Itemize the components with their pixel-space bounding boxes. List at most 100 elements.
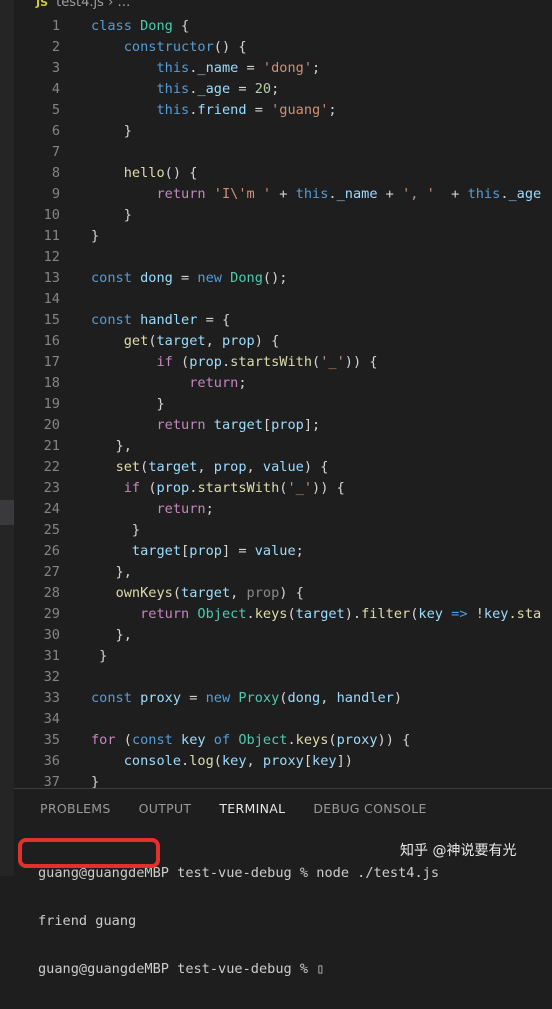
code-line[interactable]: 9 return 'I\'m ' + this._name + ', ' + t… bbox=[14, 184, 552, 205]
activity-bar-active-item[interactable] bbox=[0, 500, 14, 525]
code-token: value bbox=[262, 459, 304, 475]
code-token: 'guang' bbox=[271, 102, 329, 118]
code-token: this bbox=[156, 81, 190, 97]
tab-debug-console[interactable]: DEBUG CONSOLE bbox=[313, 801, 426, 816]
code-token: ( bbox=[181, 354, 190, 370]
code-line[interactable]: 11} bbox=[14, 226, 552, 247]
code-line[interactable]: 37} bbox=[14, 772, 552, 788]
code-token: } bbox=[91, 207, 132, 223]
code-line[interactable]: 4 this._age = 20; bbox=[14, 79, 552, 100]
code-line[interactable]: 20 return target[prop]; bbox=[14, 415, 552, 436]
code-line[interactable]: 19 } bbox=[14, 394, 552, 415]
line-number: 8 bbox=[51, 165, 60, 181]
code-token: prop bbox=[221, 333, 255, 349]
code-line[interactable]: 10 } bbox=[14, 205, 552, 226]
line-number: 23 bbox=[43, 480, 60, 496]
code-token: ( bbox=[312, 354, 321, 370]
code-line[interactable]: 25 } bbox=[14, 520, 552, 541]
code-line[interactable]: 26 target[prop] = value; bbox=[14, 541, 552, 562]
code-token: } bbox=[91, 228, 100, 244]
code-line[interactable]: 15 const handler = { bbox=[14, 310, 552, 331]
line-number: 25 bbox=[43, 522, 60, 538]
terminal-line: friend guang bbox=[38, 913, 137, 929]
line-number: 21 bbox=[43, 438, 60, 454]
line-number: 3 bbox=[51, 60, 60, 76]
code-token: ) { bbox=[303, 459, 329, 475]
code-token: prop bbox=[271, 417, 304, 433]
code-line[interactable]: 23 if (prop.startsWith('_')) { bbox=[14, 478, 552, 499]
code-text: const handler = { bbox=[91, 310, 230, 331]
code-line[interactable]: 12 bbox=[14, 247, 552, 268]
code-line[interactable]: 2 constructor() { bbox=[14, 37, 552, 58]
code-editor[interactable]: 1 class Dong {2 constructor() {3 this._na… bbox=[14, 16, 552, 788]
code-line[interactable]: 30 }, bbox=[14, 625, 552, 646]
code-line[interactable]: 27 }, bbox=[14, 562, 552, 583]
code-token: dong bbox=[140, 270, 173, 286]
line-number: 22 bbox=[43, 459, 60, 475]
code-text: console.log(key, proxy[key]) bbox=[91, 751, 353, 772]
code-text: const dong = new Dong(); bbox=[91, 268, 287, 289]
code-token: . bbox=[328, 186, 337, 202]
code-line[interactable]: 5 this.friend = 'guang'; bbox=[14, 100, 552, 121]
code-line[interactable]: 7 bbox=[14, 142, 552, 163]
code-line[interactable]: 16 get(target, prop) { bbox=[14, 331, 552, 352]
code-token: prop bbox=[156, 480, 190, 496]
code-token: .sta bbox=[508, 606, 542, 622]
code-token: return bbox=[189, 375, 239, 391]
line-number: 4 bbox=[51, 81, 60, 97]
code-token: handler bbox=[140, 312, 198, 328]
code-text: hello() { bbox=[91, 163, 198, 184]
code-line[interactable]: 21 }, bbox=[14, 436, 552, 457]
code-token: startsWith bbox=[230, 354, 313, 370]
code-text: return Object.keys(target).filter(key =>… bbox=[91, 604, 541, 625]
code-text: target[prop] = value; bbox=[91, 541, 304, 562]
code-line[interactable]: 28 ownKeys(target, prop) { bbox=[14, 583, 552, 604]
code-token: return bbox=[156, 186, 214, 202]
code-line[interactable]: 6 } bbox=[14, 121, 552, 142]
code-line[interactable]: 14 bbox=[14, 289, 552, 310]
code-line[interactable]: 34 bbox=[14, 709, 552, 730]
breadcrumb-separator: › bbox=[108, 0, 114, 10]
code-line[interactable]: 1 class Dong { bbox=[14, 16, 552, 37]
code-token: ', ' bbox=[402, 186, 435, 202]
code-text: this._age = 20; bbox=[91, 79, 279, 100]
code-token: '_' bbox=[287, 480, 313, 496]
code-token: target bbox=[181, 585, 231, 601]
code-line[interactable]: 13 const dong = new Dong(); bbox=[14, 268, 552, 289]
code-line[interactable]: 36 console.log(key, proxy[key]) bbox=[14, 751, 552, 772]
code-text: if (prop.startsWith('_')) { bbox=[91, 352, 377, 373]
tab-terminal[interactable]: TERMINAL bbox=[219, 801, 285, 816]
code-text: ownKeys(target, prop) { bbox=[91, 583, 304, 604]
code-token: new bbox=[205, 690, 239, 706]
line-number: 36 bbox=[43, 753, 60, 769]
code-line[interactable]: 22 set(target, prop, value) { bbox=[14, 457, 552, 478]
code-token: 'dong' bbox=[262, 60, 313, 76]
code-token: + bbox=[377, 186, 403, 202]
code-line[interactable]: 17 if (prop.startsWith('_')) { bbox=[14, 352, 552, 373]
code-line[interactable]: 18 return; bbox=[14, 373, 552, 394]
code-token: { bbox=[172, 18, 190, 34]
code-line[interactable]: 33 const proxy = new Proxy(dong, handler) bbox=[14, 688, 552, 709]
code-line[interactable]: 32 bbox=[14, 667, 552, 688]
code-line[interactable]: 29 return Object.keys(target).filter(key… bbox=[14, 604, 552, 625]
tab-problems[interactable]: PROBLEMS bbox=[40, 801, 111, 816]
code-line[interactable]: 3 this._name = 'dong'; bbox=[14, 58, 552, 79]
breadcrumb-more[interactable]: … bbox=[117, 0, 130, 10]
code-token: = bbox=[238, 60, 263, 76]
code-token: ; bbox=[238, 375, 247, 391]
code-line[interactable]: 31 } bbox=[14, 646, 552, 667]
code-token: = bbox=[230, 81, 255, 97]
code-line[interactable]: 35 for (const key of Object.keys(proxy)) … bbox=[14, 730, 552, 751]
breadcrumb-file[interactable]: test4.js bbox=[56, 0, 104, 10]
tab-output[interactable]: OUTPUT bbox=[139, 801, 192, 816]
panel-tabs: PROBLEMS OUTPUT TERMINAL DEBUG CONSOLE bbox=[40, 801, 427, 816]
code-text: } bbox=[91, 772, 99, 788]
code-line[interactable]: 8 hello() { bbox=[14, 163, 552, 184]
line-number: 18 bbox=[43, 375, 60, 391]
code-line[interactable]: 24 return; bbox=[14, 499, 552, 520]
code-token: () { bbox=[164, 165, 198, 181]
